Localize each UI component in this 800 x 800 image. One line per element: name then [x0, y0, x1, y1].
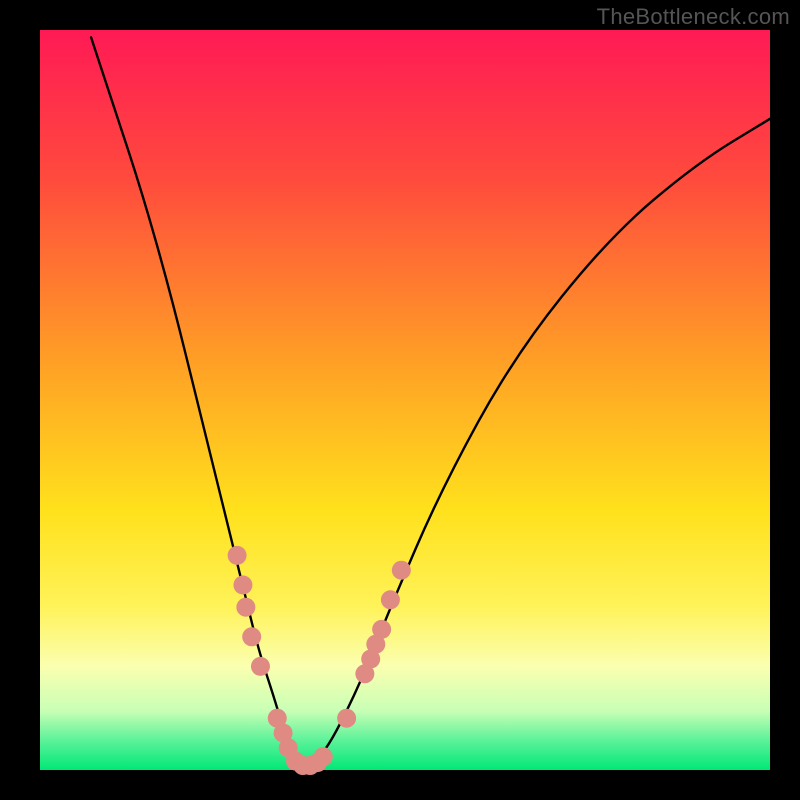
curve-marker	[236, 598, 255, 617]
attribution-text: TheBottleneck.com	[597, 4, 790, 30]
plot-background	[40, 30, 770, 770]
curve-marker	[242, 627, 261, 646]
curve-marker	[251, 657, 270, 676]
chart-canvas	[0, 0, 800, 800]
curve-marker	[228, 546, 247, 565]
curve-marker	[372, 620, 391, 639]
curve-marker	[314, 747, 333, 766]
curve-marker	[233, 576, 252, 595]
curve-marker	[337, 709, 356, 728]
curve-marker	[381, 590, 400, 609]
curve-marker	[392, 561, 411, 580]
chart-svg	[0, 0, 800, 800]
